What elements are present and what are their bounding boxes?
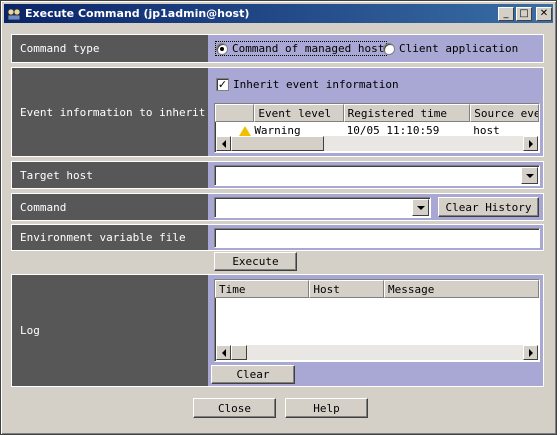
radio-button-selected[interactable] [216, 42, 228, 55]
source-event-cell: host [473, 123, 500, 137]
execute-command-window: Execute Command (jp1admin@host) _ □ ✕ Co… [0, 0, 557, 435]
event-list-hscrollbar[interactable] [216, 136, 538, 151]
scroll-left-button[interactable] [216, 345, 231, 360]
help-button[interactable]: Help [285, 398, 368, 418]
column-header-event-level[interactable]: Event level [254, 104, 344, 122]
clear-log-button[interactable]: Clear [211, 365, 295, 384]
inherit-event-label: Inherit event information [233, 78, 399, 91]
command-type-row: Command type Command of managed host Cli… [11, 34, 544, 63]
close-button[interactable]: Close [193, 398, 276, 418]
scroll-right-button[interactable] [523, 136, 538, 151]
log-list-header: Time Host Message [215, 280, 539, 298]
column-header-time[interactable]: Time [215, 280, 310, 298]
radio-label-managed-host: Command of managed host [232, 42, 385, 55]
log-list[interactable]: Time Host Message [214, 279, 540, 362]
arrow-right-icon [528, 139, 533, 148]
radio-button[interactable] [383, 42, 395, 55]
scroll-thumb[interactable] [231, 345, 247, 360]
log-list-hscrollbar[interactable] [216, 345, 538, 360]
target-host-label: Target host [12, 162, 208, 188]
event-info-label: Event information to inherit [12, 68, 208, 156]
clear-history-button[interactable]: Clear History [438, 197, 539, 217]
maximize-button[interactable]: □ [516, 6, 532, 21]
column-header-source-event[interactable]: Source eve [470, 104, 539, 122]
warning-icon [239, 125, 252, 136]
scroll-right-button[interactable] [523, 345, 538, 360]
chevron-down-icon [525, 173, 534, 178]
command-type-options: Command of managed host Client applicati… [208, 35, 543, 62]
registered-time-cell: 10/05 11:10:59 [346, 123, 440, 137]
event-info-row: Event information to inherit ✓ Inherit e… [11, 67, 544, 157]
minimize-icon: _ [503, 7, 509, 19]
column-header-host[interactable]: Host [309, 280, 384, 298]
scroll-thumb[interactable] [231, 136, 324, 151]
execute-button[interactable]: Execute [214, 252, 297, 271]
log-row: Log Time Host Message Clear [11, 274, 544, 387]
inherit-event-checkbox[interactable]: ✓ Inherit event information [216, 78, 399, 91]
radio-client-application[interactable]: Client application [383, 42, 518, 55]
command-combobox[interactable] [214, 197, 431, 218]
column-header-blank[interactable] [215, 104, 255, 122]
radio-label-client-application: Client application [399, 42, 519, 55]
close-icon: ✕ [539, 7, 549, 19]
target-host-dropdown-button[interactable] [521, 167, 538, 184]
event-info-list[interactable]: Event level Registered time Source eve W… [214, 103, 540, 153]
window-title: Execute Command (jp1admin@host) [25, 7, 250, 20]
arrow-left-icon [221, 139, 226, 148]
target-host-combobox[interactable] [214, 165, 540, 186]
event-list-header: Event level Registered time Source eve [215, 104, 539, 122]
radio-command-managed-host[interactable]: Command of managed host [214, 41, 388, 56]
command-dropdown-button[interactable] [412, 199, 429, 216]
maximize-icon: □ [519, 7, 529, 19]
arrow-left-icon [221, 348, 226, 357]
chevron-down-icon [416, 205, 425, 210]
column-header-registered-time[interactable]: Registered time [343, 104, 471, 122]
env-file-row: Environment variable file [11, 224, 544, 251]
checkbox-checked[interactable]: ✓ [216, 78, 229, 91]
title-bar: Execute Command (jp1admin@host) _ □ ✕ [4, 4, 553, 23]
command-row: Command Clear History [11, 193, 544, 221]
env-file-label: Environment variable file [12, 225, 208, 250]
scroll-left-button[interactable] [216, 136, 231, 151]
command-label: Command [12, 194, 208, 220]
app-icon [7, 7, 21, 21]
close-window-button[interactable]: ✕ [536, 6, 552, 21]
log-label: Log [12, 275, 208, 386]
column-header-message[interactable]: Message [383, 280, 539, 298]
target-host-row: Target host [11, 161, 544, 189]
scroll-track[interactable] [231, 136, 523, 151]
minimize-button[interactable]: _ [498, 6, 514, 21]
event-level-cell: Warning [254, 123, 301, 137]
scroll-track[interactable] [231, 345, 523, 360]
env-file-input[interactable] [214, 228, 540, 248]
command-type-label: Command type [12, 35, 208, 62]
arrow-right-icon [528, 348, 533, 357]
